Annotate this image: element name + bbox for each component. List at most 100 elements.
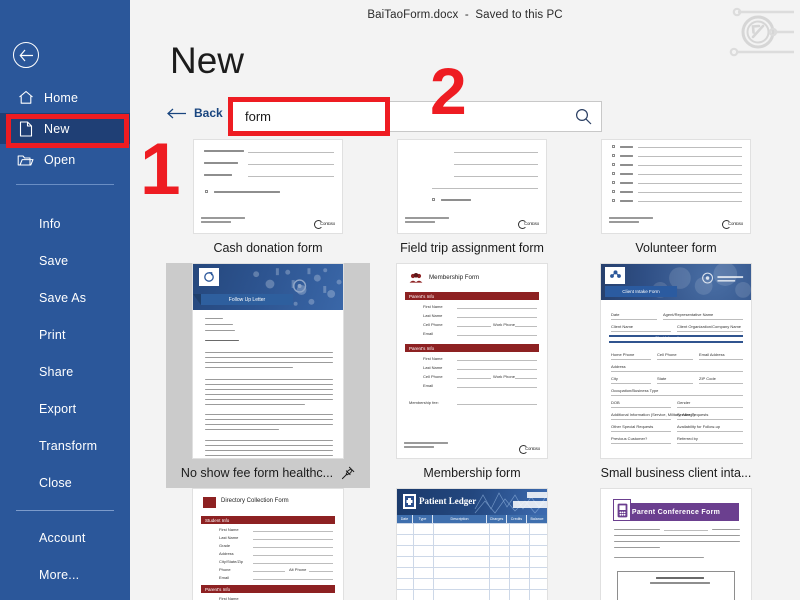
thumbnail-title: Parent Conference Form xyxy=(613,503,739,521)
thumbnail-section-header: Parent's Info xyxy=(201,585,335,593)
back-arrow-icon xyxy=(167,108,186,118)
sidebar-item-label: Home xyxy=(44,90,79,105)
sidebar-divider-bottom xyxy=(16,510,114,511)
sidebar-item-label: Save As xyxy=(39,290,87,305)
thumbnail-tab-label: Client Intake Form xyxy=(605,286,677,297)
back-arrow-button[interactable] xyxy=(13,42,39,68)
template-grid: Contoso Cash donation form Contoso Field… xyxy=(166,139,800,600)
sidebar-item-label: New xyxy=(44,121,70,136)
conference-icon xyxy=(613,499,631,521)
sidebar-divider-top xyxy=(16,184,114,185)
page-title: New xyxy=(170,40,245,81)
template-thumbnail: Parent Conference Form xyxy=(600,488,752,600)
template-thumbnail: Patient Ledger Date Type Description Cha… xyxy=(396,488,548,600)
template-card-volunteer[interactable]: Contoso Volunteer form xyxy=(574,139,778,263)
thumbnail-title: Membership Form xyxy=(429,274,480,281)
sidebar-item-account[interactable]: Account xyxy=(0,519,130,556)
thumbnail-title: Patient Ledger xyxy=(419,496,477,506)
new-document-icon xyxy=(16,120,35,138)
logo-tile-icon xyxy=(199,268,219,286)
sidebar-item-label: Info xyxy=(39,216,61,231)
sidebar-item-label: Account xyxy=(39,530,86,545)
sidebar-item-label: Transform xyxy=(39,438,98,453)
template-thumbnail: Contoso xyxy=(601,139,751,234)
template-card-membership[interactable]: Membership Form Parent's Info First Name… xyxy=(370,263,574,488)
sidebar-item-open[interactable]: Open xyxy=(0,144,130,175)
template-thumbnail: Contoso xyxy=(397,139,547,234)
directory-icon xyxy=(203,497,216,508)
template-label: Membership form xyxy=(423,466,521,480)
template-card-field-trip[interactable]: Contoso Field trip assignment form xyxy=(370,139,574,263)
folder-open-icon xyxy=(16,151,35,169)
template-label: Volunteer form xyxy=(635,241,717,255)
template-thumbnail: Directory Collection Form Student Info F… xyxy=(192,488,344,600)
search-input[interactable]: form xyxy=(233,109,565,124)
sidebar-item-label: More... xyxy=(39,567,80,582)
thumbnail-section-header: Parent's Info xyxy=(405,344,539,352)
back-arrow-icon xyxy=(19,49,33,61)
template-gallery[interactable]: Contoso Cash donation form Contoso Field… xyxy=(166,139,800,600)
template-card-row1-overflow[interactable] xyxy=(778,139,800,263)
template-card-directory-collection[interactable]: Directory Collection Form Student Info F… xyxy=(166,488,370,600)
sidebar-item-print[interactable]: Print xyxy=(0,316,130,353)
word-backstage-new-screen: Home New Open Info Save Save As Print Sh… xyxy=(0,0,800,600)
sidebar-item-close[interactable]: Close xyxy=(0,464,130,501)
template-card-patient-ledger[interactable]: Patient Ledger Date Type Description Cha… xyxy=(370,488,574,600)
people-icon xyxy=(409,273,423,283)
header-pattern-icon xyxy=(474,492,547,514)
template-card-row3-overflow[interactable] xyxy=(778,488,800,600)
thumbnail-title: Directory Collection Form xyxy=(221,498,289,504)
home-icon xyxy=(16,89,35,107)
thumbnail-ribbon-label: Follow Up Letter xyxy=(193,294,293,305)
thumbnail-section-header: Parent's Info xyxy=(405,292,539,300)
backstage-sidebar: Home New Open Info Save Save As Print Sh… xyxy=(0,0,130,600)
sidebar-item-home[interactable]: Home xyxy=(0,82,130,113)
template-thumbnail: Client Intake Form Date Agent/Representa… xyxy=(600,263,752,459)
back-link[interactable]: Back xyxy=(167,106,223,120)
template-label: Field trip assignment form xyxy=(400,241,544,255)
sidebar-item-save-as[interactable]: Save As xyxy=(0,279,130,316)
ledger-icon xyxy=(403,494,416,509)
sidebar-item-more[interactable]: More... xyxy=(0,556,130,593)
template-card-parent-conference[interactable]: Parent Conference Form xyxy=(574,488,778,600)
sidebar-item-label: Save xyxy=(39,253,69,268)
template-thumbnail: Membership Form Parent's Info First Name… xyxy=(396,263,548,459)
sidebar-item-label: Export xyxy=(39,401,77,416)
document-title: BaiTaoForm.docx - Saved to this PC xyxy=(367,9,563,21)
sidebar-item-new[interactable]: New xyxy=(0,113,130,144)
contoso-brand: Contoso xyxy=(314,220,335,229)
pin-icon[interactable] xyxy=(341,466,355,480)
thumbnail-section-header: Student Info xyxy=(201,516,335,524)
template-card-no-show-fee[interactable]: Follow Up Letter No show fee form health… xyxy=(166,263,370,488)
back-link-label: Back xyxy=(194,106,223,120)
template-label: No show fee form healthc... xyxy=(180,466,334,480)
template-card-cash-donation[interactable]: Contoso Cash donation form xyxy=(166,139,370,263)
contoso-brand: Contoso xyxy=(722,220,743,229)
contoso-brand: Contoso xyxy=(518,220,539,229)
sidebar-item-info[interactable]: Info xyxy=(0,205,130,242)
sidebar-item-label: Close xyxy=(39,475,72,490)
sidebar-item-label: Open xyxy=(44,152,76,167)
logo-tile-icon xyxy=(605,267,625,284)
search-button[interactable] xyxy=(565,102,601,131)
template-thumbnail: Contoso xyxy=(193,139,343,234)
sidebar-secondary-nav: Info Save Save As Print Share Export Tra… xyxy=(0,205,130,593)
contoso-brand: Contoso xyxy=(519,445,540,454)
sidebar-item-label: Share xyxy=(39,364,74,379)
sidebar-item-share[interactable]: Share xyxy=(0,353,130,390)
sidebar-item-label: Print xyxy=(39,327,66,342)
template-label: Small business client inta... xyxy=(600,466,752,480)
ledger-column-headers: Date Type Description Charges Credits Ba… xyxy=(397,515,547,523)
window-titlebar: BaiTaoForm.docx - Saved to this PC xyxy=(130,0,800,30)
sidebar-item-save[interactable]: Save xyxy=(0,242,130,279)
template-card-small-business[interactable]: Client Intake Form Date Agent/Representa… xyxy=(574,263,778,488)
template-search-bar[interactable]: form xyxy=(232,101,602,132)
sidebar-item-export[interactable]: Export xyxy=(0,390,130,427)
template-label-row: No show fee form healthc... xyxy=(181,466,355,480)
sidebar-item-transform[interactable]: Transform xyxy=(0,427,130,464)
template-thumbnail: Follow Up Letter xyxy=(192,263,344,459)
template-label: Cash donation form xyxy=(213,241,323,255)
search-icon xyxy=(575,108,591,125)
template-card-row2-overflow[interactable] xyxy=(778,263,800,488)
sidebar-primary-nav: Home New Open xyxy=(0,82,130,194)
